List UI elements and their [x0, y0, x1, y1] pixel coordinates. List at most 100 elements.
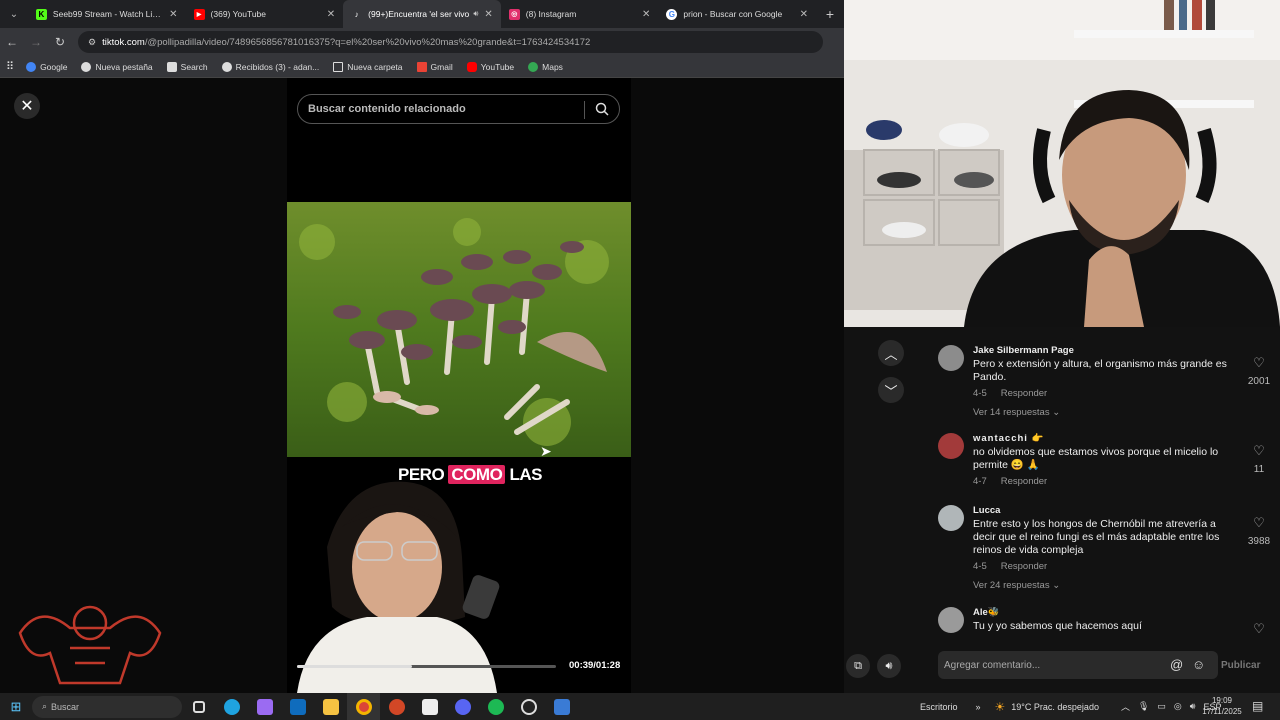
reply-link[interactable]: Responder	[1001, 476, 1047, 487]
bookmark-label: Search	[180, 61, 208, 72]
folder-icon	[333, 61, 344, 72]
file-explorer-icon[interactable]	[314, 693, 347, 720]
windows-start-icon[interactable]: ⊞	[0, 699, 32, 715]
close-player-button[interactable]: ✕	[14, 93, 40, 119]
search-icon: ⌕	[42, 701, 48, 711]
tab-kick[interactable]: K Seeb99 Stream - Watch Live on ✕	[28, 0, 186, 28]
bookmark-inbox[interactable]: Recibidos (3) - adan...	[221, 61, 319, 72]
clock-time: 19:09	[1211, 696, 1233, 705]
calculator-icon[interactable]	[545, 693, 578, 720]
site-info-icon[interactable]: ⚙	[88, 37, 96, 48]
bookmark-new-tab[interactable]: Nueva pestaña	[81, 61, 153, 72]
comment-text: Tu y yo sabemos que hacemos aquí	[973, 620, 1142, 632]
reload-icon[interactable]: ↻	[48, 35, 72, 49]
powerpoint-icon[interactable]	[380, 693, 413, 720]
like-button[interactable]: ♡ 3988	[1244, 515, 1274, 549]
tab-instagram[interactable]: ◎ (8) Instagram ✕	[501, 0, 659, 28]
like-button[interactable]: ♡	[1244, 621, 1274, 635]
mention-icon[interactable]: @	[1170, 657, 1183, 672]
tab-tiktok[interactable]: ♪ (99+)Encuentra 'el ser vivo 🔊︎ ✕	[343, 0, 501, 28]
address-bar-row: ← → ↻ ⚙ tiktok.com /@pollipadilla/video/…	[0, 28, 844, 56]
related-search-input[interactable]: Buscar contenido relacionado	[297, 94, 620, 124]
bookmark-youtube[interactable]: YouTube	[466, 61, 515, 72]
tab-title: (369) YouTube	[210, 9, 267, 19]
video-progress-bar[interactable]	[297, 665, 556, 668]
display-icon[interactable]: ▭	[1157, 701, 1166, 712]
like-count: 3988	[1247, 536, 1271, 547]
tab-search-menu[interactable]: ⌄	[0, 0, 28, 28]
edge-icon[interactable]	[215, 693, 248, 720]
comment-input[interactable]: Agregar comentario... @ ☺	[938, 651, 1218, 679]
document-icon[interactable]	[413, 693, 446, 720]
emoji-icon[interactable]: ☺	[1192, 657, 1205, 672]
spotify-icon[interactable]	[479, 693, 512, 720]
notification-icon[interactable]: ▤	[1252, 699, 1263, 713]
bookmark-google[interactable]: Google	[26, 61, 67, 72]
reply-link[interactable]: Responder	[1001, 561, 1047, 572]
close-icon[interactable]: ✕	[800, 9, 808, 20]
reply-link[interactable]: Responder	[1001, 388, 1047, 399]
new-tab-button[interactable]: +	[816, 6, 844, 22]
view-replies-link[interactable]: Ver 24 respuestas ⌄	[973, 580, 1228, 591]
view-replies-link[interactable]: Ver 14 respuestas ⌄	[973, 407, 1228, 418]
tab-google[interactable]: G prion - Buscar con Google ✕	[658, 0, 816, 28]
google-icon	[26, 61, 37, 72]
outlook-icon[interactable]	[281, 693, 314, 720]
search-icon[interactable]	[595, 102, 609, 116]
volume-icon[interactable]: 🔊︎	[1190, 701, 1196, 712]
instagram-icon: ◎	[508, 8, 520, 20]
close-icon[interactable]: ✕	[169, 9, 177, 20]
previous-video-button[interactable]: ︿	[878, 340, 904, 366]
next-video-button[interactable]: ﹀	[878, 377, 904, 403]
close-icon[interactable]: ✕	[642, 9, 650, 20]
network-icon[interactable]: ◎	[1174, 701, 1182, 712]
bookmark-gmail[interactable]: Gmail	[416, 61, 453, 72]
apps-icon[interactable]: ⠿	[6, 60, 14, 73]
clock[interactable]: 19:09 17/11/2025	[1196, 695, 1248, 717]
floating-player-icon[interactable]: ⧉	[846, 654, 870, 678]
tab-title: prion - Buscar con Google	[683, 9, 783, 19]
avatar[interactable]	[938, 433, 964, 459]
desktop-label[interactable]: Escritorio	[920, 702, 958, 712]
publish-button[interactable]: Publicar	[1221, 660, 1260, 671]
copilot-icon[interactable]	[248, 693, 281, 720]
comment-username[interactable]: Lucca	[973, 505, 1228, 516]
task-view-icon[interactable]	[182, 693, 215, 720]
comment-username[interactable]: Jake Silbermann Page	[973, 345, 1228, 356]
google-icon	[221, 61, 232, 72]
volume-icon[interactable]: 🔊︎	[877, 654, 901, 678]
tray-up-icon[interactable]: ︿	[1121, 700, 1130, 713]
weather-text[interactable]: 19°C Prac. despejado	[1011, 702, 1099, 712]
tab-youtube[interactable]: ▶ (369) YouTube ✕	[186, 0, 344, 28]
comment-username[interactable]: Ale🐝	[973, 607, 1228, 618]
close-icon[interactable]: ✕	[484, 9, 492, 20]
url-input[interactable]: ⚙ tiktok.com /@pollipadilla/video/748965…	[78, 31, 823, 53]
speaker-icon[interactable]: 🔊︎	[473, 9, 478, 19]
back-icon[interactable]: ←	[0, 35, 24, 49]
close-icon[interactable]: ✕	[327, 9, 335, 20]
forward-icon[interactable]: →	[24, 35, 48, 49]
taskbar-search[interactable]: ⌕ Buscar	[32, 695, 182, 718]
streamer-logo	[18, 605, 162, 685]
avatar[interactable]	[938, 607, 964, 633]
bookmark-maps[interactable]: Maps	[528, 61, 563, 72]
weather-icon: ☀	[994, 699, 1006, 714]
bookmark-search[interactable]: Search	[166, 61, 208, 72]
search-placeholder: Buscar contenido relacionado	[308, 103, 466, 115]
avatar[interactable]	[938, 345, 964, 371]
chrome-icon[interactable]	[347, 693, 380, 720]
comment-username[interactable]: wantacchi 👉	[973, 433, 1228, 444]
like-button[interactable]: ♡ 11	[1244, 443, 1274, 477]
avatar[interactable]	[938, 505, 964, 531]
taskbar-search-label: Buscar	[51, 701, 80, 712]
like-button[interactable]: ♡ 2001	[1244, 355, 1274, 389]
bookmark-folder[interactable]: Nueva carpeta	[333, 61, 403, 72]
caption-highlight: COMO	[448, 465, 506, 484]
bookmark-label: YouTube	[480, 61, 515, 72]
microphone-icon[interactable]: 🎙︎	[1138, 701, 1149, 712]
chevron-icon[interactable]: »	[976, 702, 981, 712]
discord-icon[interactable]	[446, 693, 479, 720]
obs-icon[interactable]	[512, 693, 545, 720]
like-count: 2001	[1247, 376, 1271, 387]
webcam-overlay	[844, 0, 1280, 327]
